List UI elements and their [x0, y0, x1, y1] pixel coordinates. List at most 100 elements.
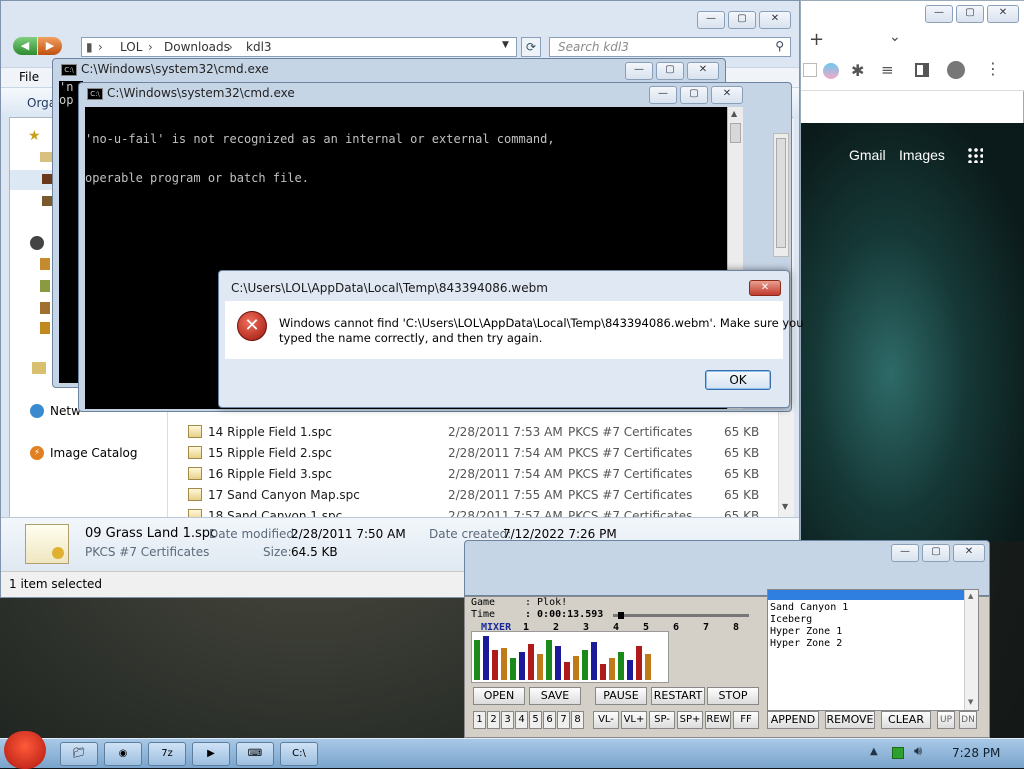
- downloads-folder-icon[interactable]: [42, 174, 52, 184]
- table-row[interactable]: 17 Sand Canyon Map.spc 2/28/2011 7:55 AM P…: [170, 485, 778, 505]
- close-button[interactable]: ✕: [987, 5, 1019, 23]
- vl-button[interactable]: VL-: [593, 711, 619, 729]
- spplus-button[interactable]: SP+: [677, 711, 703, 729]
- recent-places-icon[interactable]: [42, 196, 52, 206]
- gmail-link[interactable]: Gmail: [849, 147, 886, 163]
- side-panel-icon[interactable]: [915, 63, 929, 77]
- breadcrumb-item[interactable]: kdl3: [246, 40, 272, 54]
- maximize-button[interactable]: ▢: [956, 5, 984, 23]
- pause-button[interactable]: PAUSE: [595, 687, 647, 705]
- open-button[interactable]: OPEN: [473, 687, 525, 705]
- channel-toggle-button[interactable]: 4: [515, 711, 528, 729]
- refresh-icon[interactable]: ⟳: [521, 37, 541, 57]
- media-queue-icon[interactable]: ≡: [881, 61, 894, 79]
- scroll-down-arrow-icon[interactable]: ▼: [968, 698, 973, 706]
- table-row[interactable]: 14 Ripple Field 1.spc 2/28/2011 7:53 AM PK…: [170, 422, 778, 442]
- search-icon[interactable]: ⚲: [775, 39, 784, 53]
- back-arrow-icon[interactable]: ◀: [13, 37, 37, 55]
- desktop-folder-icon[interactable]: [40, 152, 52, 162]
- outer-scrollbar[interactable]: [773, 133, 789, 257]
- minimize-button[interactable]: —: [697, 11, 725, 29]
- nav-item-image-catalog[interactable]: Image Catalog: [50, 446, 137, 460]
- sp-button[interactable]: SP-: [649, 711, 675, 729]
- taskbar-keyboard-icon[interactable]: ⌨: [236, 742, 274, 766]
- images-link[interactable]: Images: [899, 147, 945, 163]
- rew-button[interactable]: REW: [705, 711, 731, 729]
- breadcrumb-item[interactable]: Downloads: [164, 40, 230, 54]
- maximize-button[interactable]: ▢: [656, 62, 684, 80]
- library-icon[interactable]: [40, 258, 50, 270]
- taskbar-chrome-icon[interactable]: ◉: [104, 742, 142, 766]
- ff-button[interactable]: FF: [733, 711, 759, 729]
- playlist-scrollbar[interactable]: ▲ ▼: [964, 590, 978, 710]
- channel-toggle-button[interactable]: 1: [473, 711, 486, 729]
- scroll-down-arrow-icon[interactable]: ▼: [782, 502, 788, 511]
- restart-button[interactable]: RESTART: [651, 687, 705, 705]
- homegroup-icon[interactable]: [30, 236, 44, 250]
- clock[interactable]: 7:28 PM: [952, 746, 1000, 760]
- close-button[interactable]: ✕: [711, 86, 743, 104]
- vlplus-button[interactable]: VL+: [621, 711, 647, 729]
- maximize-button[interactable]: ▢: [680, 86, 708, 104]
- favorites-star-icon[interactable]: ★: [28, 128, 41, 144]
- scrollbar-thumb[interactable]: [776, 138, 786, 248]
- computer-icon[interactable]: [32, 362, 46, 374]
- dn-button[interactable]: DN: [959, 711, 977, 729]
- taskbar-7z-icon[interactable]: 7z: [148, 742, 186, 766]
- library-icon[interactable]: [40, 302, 50, 314]
- breadcrumb-item[interactable]: LOL: [120, 40, 142, 54]
- taskbar-media-icon[interactable]: ▶: [192, 742, 230, 766]
- nav-item-network[interactable]: Netw: [50, 404, 81, 418]
- table-row[interactable]: 15 Ripple Field 2.spc 2/28/2011 7:54 AM PK…: [170, 443, 778, 463]
- minimize-button[interactable]: —: [649, 86, 677, 104]
- scroll-up-arrow-icon[interactable]: ▲: [731, 109, 737, 118]
- apps-grid-icon[interactable]: [967, 147, 983, 163]
- channel-toggle-button[interactable]: 7: [557, 711, 570, 729]
- maximize-button[interactable]: ▢: [922, 544, 950, 562]
- stop-button[interactable]: STOP: [707, 687, 759, 705]
- extensions-puzzle-icon[interactable]: ✱: [851, 61, 864, 80]
- table-row[interactable]: 16 Ripple Field 3.spc 2/28/2011 7:54 AM PK…: [170, 464, 778, 484]
- channel-toggle-button[interactable]: 6: [543, 711, 556, 729]
- library-icon[interactable]: [40, 280, 50, 292]
- channel-toggle-button[interactable]: 5: [529, 711, 542, 729]
- scroll-up-arrow-icon[interactable]: ▲: [968, 592, 973, 600]
- start-button-angry-bird-icon[interactable]: [4, 731, 46, 769]
- new-tab-button[interactable]: +: [809, 29, 824, 50]
- minimize-button[interactable]: —: [891, 544, 919, 562]
- chevron-down-icon[interactable]: ▼: [502, 40, 509, 50]
- list-item[interactable]: Sand Canyon 1: [770, 602, 848, 614]
- search-box[interactable]: Search kdl3 ⚲: [549, 37, 791, 57]
- maximize-button[interactable]: ▢: [728, 11, 756, 29]
- minimize-button[interactable]: —: [925, 5, 953, 23]
- ok-button[interactable]: OK: [705, 370, 771, 390]
- chrome-menu-icon[interactable]: ⋮: [985, 59, 1001, 78]
- taskbar-cmd-icon[interactable]: C:\: [280, 742, 318, 766]
- up-button[interactable]: UP: [937, 711, 955, 729]
- remove-button[interactable]: REMOVE: [825, 711, 875, 729]
- forward-arrow-icon[interactable]: ▶: [38, 37, 62, 55]
- address-bar[interactable]: ▮ › LOL › Downloads › kdl3 ▼: [81, 37, 517, 57]
- progress-handle[interactable]: [618, 612, 625, 619]
- list-item[interactable]: Hyper Zone 1: [770, 626, 848, 638]
- channel-toggle-button[interactable]: 2: [487, 711, 500, 729]
- library-icon[interactable]: [40, 322, 50, 334]
- volume-icon[interactable]: 🔊︎: [914, 744, 922, 759]
- playlist[interactable]: Sand Canyon 1 Iceberg Hyper Zone 1 Hyper Zo…: [767, 589, 979, 711]
- show-hidden-icons-chevron-icon[interactable]: ▲: [870, 746, 878, 757]
- progress-track[interactable]: [613, 612, 749, 619]
- close-button[interactable]: ✕: [953, 544, 985, 562]
- list-item[interactable]: Iceberg: [770, 614, 848, 626]
- menu-file[interactable]: File: [19, 70, 39, 84]
- playlist-selected-item[interactable]: [768, 590, 964, 600]
- tab-strip-icon[interactable]: [803, 63, 817, 77]
- scrollbar-thumb[interactable]: [730, 123, 741, 143]
- dialog-close-button[interactable]: ✕: [749, 280, 781, 296]
- save-button[interactable]: SAVE: [529, 687, 581, 705]
- list-item[interactable]: Hyper Zone 2: [770, 638, 848, 650]
- clear-button[interactable]: CLEAR: [881, 711, 931, 729]
- network-tray-icon[interactable]: [892, 747, 904, 759]
- avatar[interactable]: [947, 61, 965, 79]
- close-button[interactable]: ✕: [687, 62, 719, 80]
- taskbar-folder-icon[interactable]: 📁︎: [60, 742, 98, 766]
